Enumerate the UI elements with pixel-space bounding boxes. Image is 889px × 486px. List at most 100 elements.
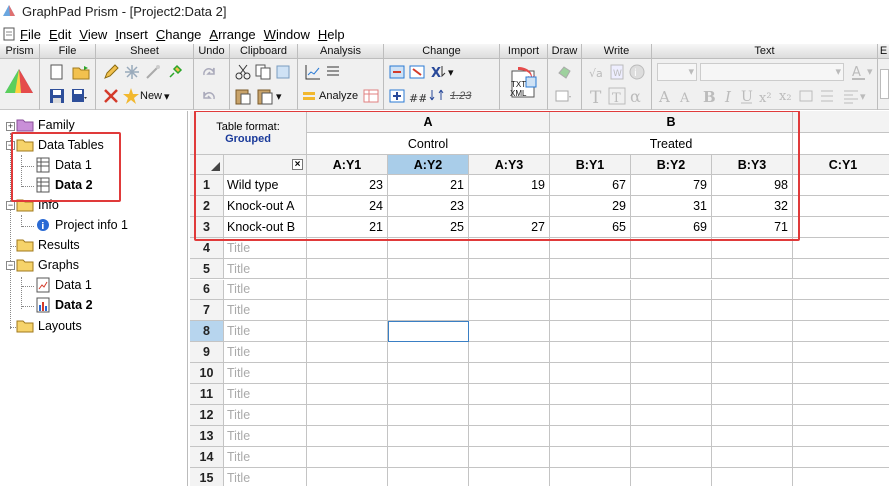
data-cell[interactable]	[550, 404, 631, 426]
nav-results[interactable]: Results	[16, 236, 80, 254]
data-cell[interactable]	[469, 279, 550, 301]
greek-alpha-icon[interactable]: α	[628, 87, 646, 105]
data-cell[interactable]	[712, 467, 793, 486]
row-title-placeholder[interactable]: Title	[224, 279, 307, 301]
data-cell[interactable]	[793, 447, 889, 468]
column-header-a-y1[interactable]: A:Y1	[307, 155, 388, 175]
data-cell[interactable]	[469, 446, 550, 468]
data-cell[interactable]	[307, 467, 388, 486]
line-spacing-icon[interactable]	[818, 87, 836, 105]
data-cell[interactable]: 23	[307, 175, 388, 196]
data-cell[interactable]	[388, 321, 469, 343]
data-cell[interactable]	[550, 425, 631, 447]
delete-x-icon[interactable]	[102, 87, 120, 105]
menu-edit[interactable]: Edit	[49, 27, 79, 42]
group-b-header[interactable]: B	[550, 111, 793, 133]
data-cell[interactable]	[712, 342, 793, 364]
row-number[interactable]: 13	[190, 425, 224, 447]
nav-data-tables[interactable]: Data Tables	[16, 136, 104, 154]
special-char-icon[interactable]	[798, 87, 816, 105]
data-cell[interactable]: 98	[712, 175, 793, 196]
data-cell[interactable]: 21	[388, 175, 469, 196]
data-cell[interactable]	[388, 425, 469, 447]
data-cell[interactable]	[793, 342, 889, 364]
save-as-icon[interactable]	[70, 87, 88, 105]
data-cell[interactable]: 32	[712, 195, 793, 217]
group-c-header[interactable]	[793, 111, 889, 133]
row-number[interactable]: 11	[190, 384, 224, 405]
data-cell[interactable]	[469, 300, 550, 322]
nav-info[interactable]: Info	[16, 196, 59, 214]
data-cell[interactable]	[307, 384, 388, 405]
data-cell[interactable]	[550, 258, 631, 280]
row-number[interactable]: 4	[190, 237, 224, 259]
font-size-select[interactable]: ▾	[657, 63, 697, 81]
row-number[interactable]: 3	[190, 216, 224, 238]
data-cell[interactable]	[793, 238, 889, 259]
data-cell[interactable]	[712, 363, 793, 384]
menu-view[interactable]: View	[79, 27, 115, 42]
group-c-title[interactable]	[793, 133, 889, 155]
data-cell[interactable]	[469, 321, 550, 343]
data-cell[interactable]	[388, 384, 469, 405]
data-cell[interactable]	[550, 279, 631, 301]
transpose-icon[interactable]	[408, 63, 426, 81]
data-cell[interactable]	[631, 404, 712, 426]
xy-analysis-icon[interactable]	[304, 63, 322, 81]
data-cell[interactable]	[388, 404, 469, 426]
data-cell[interactable]: 65	[550, 216, 631, 238]
font-color-chevron-icon[interactable]: ▾	[867, 65, 873, 78]
data-cell[interactable]	[307, 342, 388, 364]
data-cell[interactable]	[712, 237, 793, 259]
data-cell[interactable]	[550, 300, 631, 322]
paste-special-icon[interactable]	[256, 87, 274, 105]
chevron-down-icon[interactable]: ▾	[164, 90, 170, 103]
group-b-title[interactable]: Treated	[550, 133, 793, 155]
row-number[interactable]: 10	[190, 363, 224, 384]
grow-font-icon[interactable]: A	[658, 87, 676, 105]
row-title-placeholder[interactable]: Title	[224, 467, 307, 486]
paste-chevron-icon[interactable]: ▾	[276, 90, 282, 103]
data-cell[interactable]	[631, 258, 712, 280]
row-number[interactable]: 8	[190, 321, 224, 343]
bold-icon[interactable]: B	[700, 87, 718, 105]
data-cell[interactable]	[793, 384, 889, 405]
data-cell[interactable]	[469, 467, 550, 486]
data-cell[interactable]	[712, 321, 793, 343]
pencil-icon[interactable]	[102, 63, 120, 81]
wand-icon[interactable]	[144, 63, 162, 81]
data-cell[interactable]	[469, 195, 550, 217]
open-folder-icon[interactable]	[72, 63, 90, 81]
data-cell[interactable]	[388, 467, 469, 486]
shrink-font-icon[interactable]: A	[678, 87, 696, 105]
new-file-icon[interactable]	[48, 63, 66, 81]
data-cell[interactable]	[388, 279, 469, 301]
data-cell[interactable]: 24	[307, 195, 388, 217]
data-cell[interactable]	[631, 384, 712, 405]
data-cell[interactable]	[712, 425, 793, 447]
column-header-a-y2[interactable]: A:Y2	[388, 155, 469, 175]
row-title-placeholder[interactable]: Title	[224, 425, 307, 447]
data-cell[interactable]	[712, 404, 793, 426]
row-title-placeholder[interactable]: Title	[224, 258, 307, 280]
analyze-icon[interactable]	[302, 89, 316, 103]
rectangle-icon[interactable]	[554, 87, 572, 105]
menu-window[interactable]: Window	[264, 27, 318, 42]
collapse-graphs-icon[interactable]: −	[6, 261, 15, 270]
data-cell[interactable]	[388, 342, 469, 364]
data-cell[interactable]: 31	[631, 195, 712, 217]
row-number[interactable]: 7	[190, 300, 224, 322]
data-cell[interactable]: 79	[631, 175, 712, 196]
data-cell[interactable]	[550, 446, 631, 468]
align-chevron-icon[interactable]: ▾	[860, 90, 866, 103]
nav-project-info[interactable]: i Project info 1	[36, 216, 128, 234]
data-cell[interactable]	[793, 196, 889, 217]
data-cell[interactable]	[712, 384, 793, 405]
data-cell[interactable]	[307, 321, 388, 343]
word-object-icon[interactable]: W	[608, 63, 626, 81]
menu-help[interactable]: Help	[318, 27, 353, 42]
row-title[interactable]: Knock-out B	[224, 216, 307, 238]
data-cell[interactable]	[388, 300, 469, 322]
nav-graphs[interactable]: Graphs	[16, 256, 79, 274]
group-a-header[interactable]: A	[307, 111, 550, 133]
